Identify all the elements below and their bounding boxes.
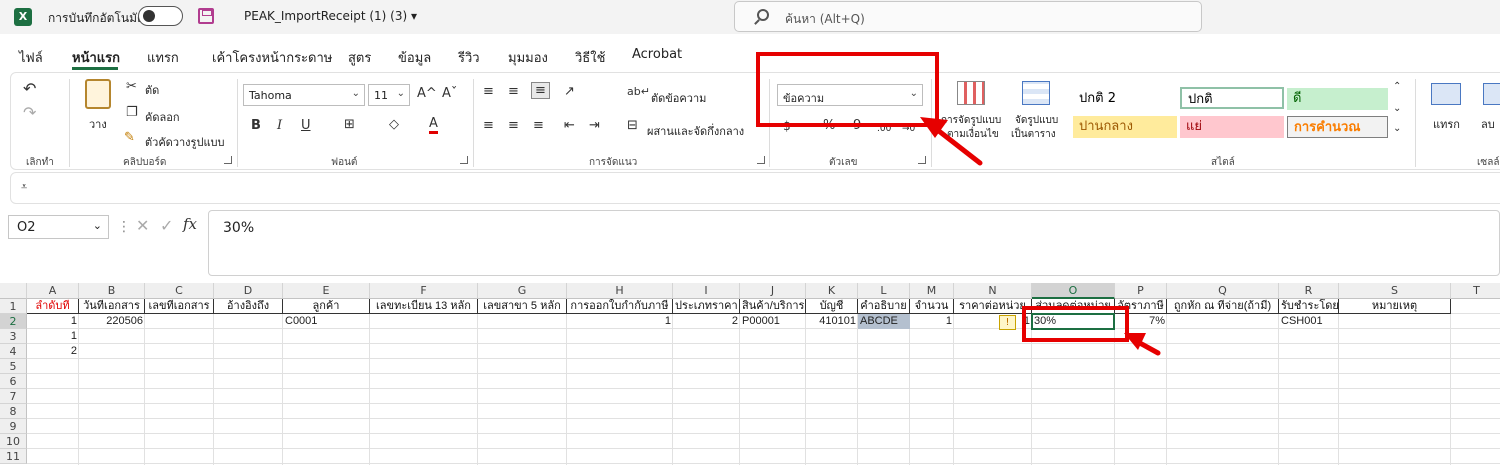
annotation-arrows <box>920 117 1161 356</box>
annotation-arrow-ribbon <box>920 117 983 166</box>
annotation-arrow-cell <box>1124 333 1161 356</box>
